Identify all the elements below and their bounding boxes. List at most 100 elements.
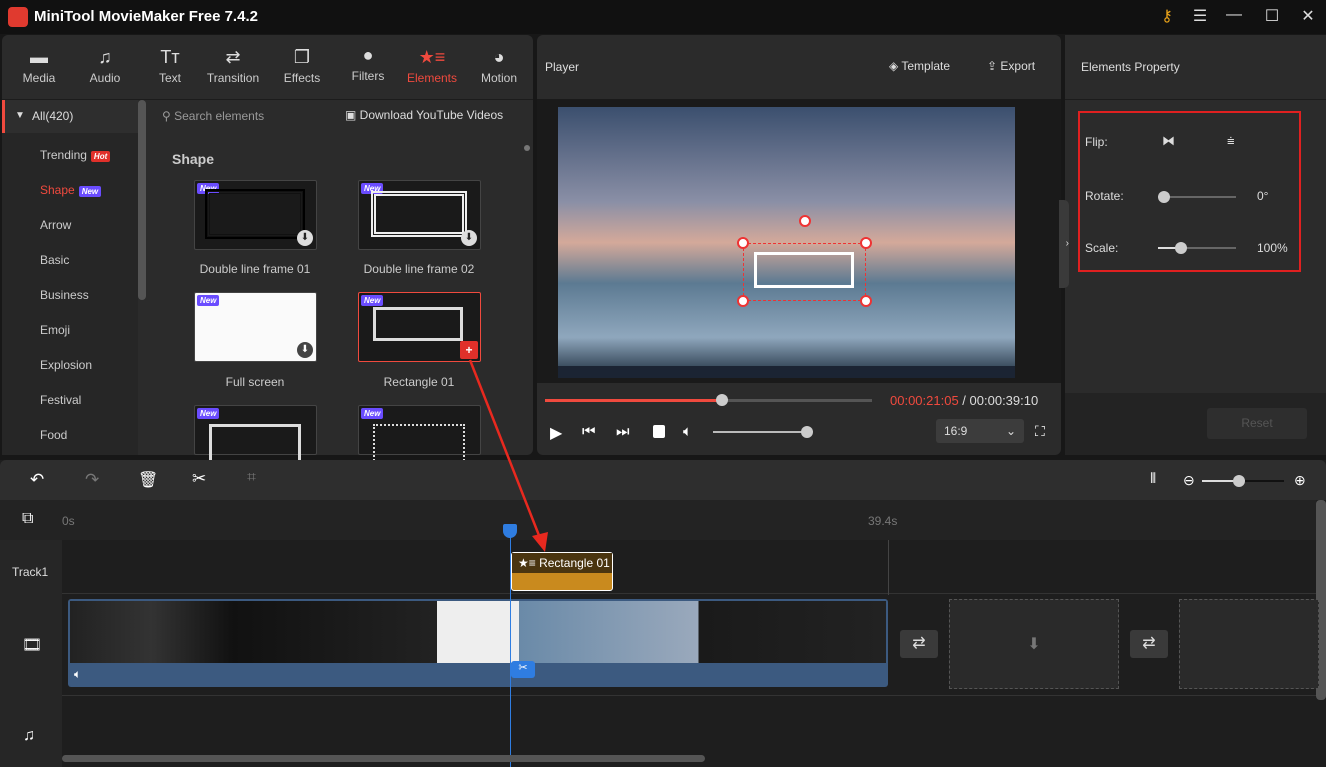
category-business[interactable]: Business	[40, 288, 89, 302]
new-badge: New	[78, 186, 102, 197]
tab-effects[interactable]: ❐ Effects	[271, 47, 333, 85]
scale-slider[interactable]	[1158, 242, 1236, 254]
resize-handle[interactable]	[737, 237, 749, 249]
category-festival[interactable]: Festival	[40, 393, 81, 407]
category-explosion[interactable]: Explosion	[40, 358, 92, 372]
video-thumbnails	[70, 601, 886, 663]
category-trending[interactable]: Trending Hot	[40, 148, 111, 162]
category-food[interactable]: Food	[40, 428, 67, 442]
maximize-button[interactable]: ☐	[1260, 6, 1284, 26]
download-youtube-link[interactable]: ▣ Download YouTube Videos	[345, 108, 503, 122]
rotate-handle[interactable]	[799, 215, 811, 227]
search-input[interactable]: ⚲ Search elements	[162, 109, 264, 123]
transition-slot[interactable]: ⇄	[900, 630, 938, 658]
element-thumb[interactable]: New ⬇	[194, 292, 317, 362]
divider	[62, 593, 1316, 594]
element-selection-box[interactable]	[743, 243, 866, 301]
category-arrow[interactable]: Arrow	[40, 218, 71, 232]
playhead[interactable]	[510, 530, 511, 767]
volume-icon[interactable]: 🔈︎	[683, 423, 692, 440]
timeline-ruler: ⧉ 0s 39.4s	[0, 500, 1316, 540]
key-icon[interactable]: ⚷	[1155, 6, 1179, 26]
tab-filters[interactable]: ● Filters	[337, 45, 399, 83]
playhead-handle[interactable]	[503, 524, 517, 538]
tab-transition[interactable]: ⇄ Transition	[202, 47, 264, 85]
element-thumb[interactable]: New	[194, 405, 317, 464]
elements-icon: ★≡	[418, 47, 446, 67]
minimize-button[interactable]: —	[1222, 6, 1246, 24]
category-list: ▼ All(420) Trending Hot Shape New Arrow Ba…	[2, 100, 138, 455]
video-clip[interactable]: 🔈︎	[68, 599, 888, 687]
tab-text[interactable]: Tт Text	[139, 47, 201, 85]
category-shape[interactable]: Shape New	[40, 183, 102, 197]
tab-audio[interactable]: ♫ Audio	[74, 47, 136, 85]
fit-timeline-icon[interactable]: ⦀	[1150, 470, 1156, 487]
resize-handle[interactable]	[860, 237, 872, 249]
scale-knob[interactable]	[1175, 242, 1188, 254]
fullscreen-icon[interactable]: ⛶	[1035, 423, 1045, 440]
resize-handle[interactable]	[860, 295, 872, 307]
previous-frame-button[interactable]: ⏮	[582, 423, 596, 440]
tab-motion[interactable]: ◕ Motion	[468, 47, 530, 85]
add-track-icon[interactable]: ⧉	[22, 510, 33, 528]
category-emoji[interactable]: Emoji	[40, 323, 70, 337]
split-at-playhead-icon[interactable]: ✂	[511, 661, 535, 678]
total-time: 00:00:39:10	[969, 393, 1039, 408]
close-button[interactable]: ✕	[1296, 6, 1320, 26]
zoom-slider[interactable]	[1202, 475, 1284, 487]
rotate-slider[interactable]	[1158, 191, 1236, 203]
template-button[interactable]: ◈ Template	[889, 59, 950, 73]
empty-clip-slot[interactable]	[1179, 599, 1319, 689]
timeline-hscrollbar[interactable]	[62, 755, 705, 762]
transition-slot[interactable]: ⇄	[1130, 630, 1168, 658]
category-scrollbar[interactable]	[138, 100, 146, 300]
frame-preview	[373, 424, 465, 464]
empty-clip-slot[interactable]: ⬇	[949, 599, 1119, 689]
scale-value: 100%	[1257, 241, 1288, 255]
stop-button[interactable]	[653, 425, 665, 438]
redo-icon[interactable]: ↷	[85, 470, 99, 490]
zoom-out-icon[interactable]: ⊖	[1183, 472, 1195, 489]
category-basic[interactable]: Basic	[40, 253, 69, 267]
playback-progress[interactable]	[545, 394, 872, 406]
export-button[interactable]: ⇪ Export	[987, 59, 1035, 73]
undo-icon[interactable]: ↶	[30, 470, 44, 490]
frame-preview	[371, 191, 467, 237]
flip-vertical-icon[interactable]: ⩧	[1227, 133, 1235, 149]
tab-elements[interactable]: ★≡ Elements	[401, 47, 463, 85]
crop-icon[interactable]: ⌗	[247, 469, 256, 487]
download-icon[interactable]: ⬇	[461, 230, 477, 246]
resize-handle[interactable]	[737, 295, 749, 307]
player-title: Player	[545, 60, 580, 74]
category-all[interactable]: ▼ All(420)	[2, 100, 138, 133]
volume-slider[interactable]	[713, 426, 813, 438]
download-icon[interactable]: ⬇	[297, 342, 313, 358]
delete-icon[interactable]: 🗑︎	[138, 470, 158, 490]
element-name: Double line frame 01	[199, 262, 311, 276]
element-thumb[interactable]: New ⬇	[194, 180, 317, 250]
aspect-ratio-select[interactable]: 16:9 ⌄	[936, 419, 1024, 443]
motion-icon: ◕	[493, 47, 505, 67]
download-icon[interactable]: ⬇	[297, 230, 313, 246]
flip-horizontal-icon[interactable]: ⧓	[1162, 133, 1175, 149]
scroll-indicator[interactable]	[524, 145, 530, 151]
menu-icon[interactable]: ☰	[1188, 6, 1212, 26]
taskbar-preview	[558, 366, 1015, 378]
clip-volume-icon[interactable]: 🔈︎	[74, 667, 81, 682]
zoom-knob[interactable]	[1232, 475, 1245, 487]
split-icon[interactable]: ✂	[192, 469, 206, 489]
next-frame-button[interactable]: ⏭	[616, 423, 630, 440]
volume-knob[interactable]	[801, 426, 813, 438]
tab-media[interactable]: ▬ Media	[8, 47, 70, 85]
add-icon[interactable]: +	[460, 341, 478, 359]
zoom-in-icon[interactable]: ⊕	[1294, 472, 1306, 489]
element-thumb[interactable]: New	[358, 405, 481, 464]
reset-button[interactable]: Reset	[1207, 408, 1307, 439]
element-thumb[interactable]: New ⬇	[358, 180, 481, 250]
collapse-handle[interactable]: ›	[1059, 200, 1069, 288]
rotate-knob[interactable]	[1158, 191, 1170, 203]
element-thumb-selected[interactable]: New +	[358, 292, 481, 362]
progress-knob[interactable]	[715, 394, 728, 406]
rectangle-clip[interactable]: ★≡ Rectangle 01	[511, 552, 613, 591]
play-button[interactable]: ▶	[550, 423, 562, 443]
